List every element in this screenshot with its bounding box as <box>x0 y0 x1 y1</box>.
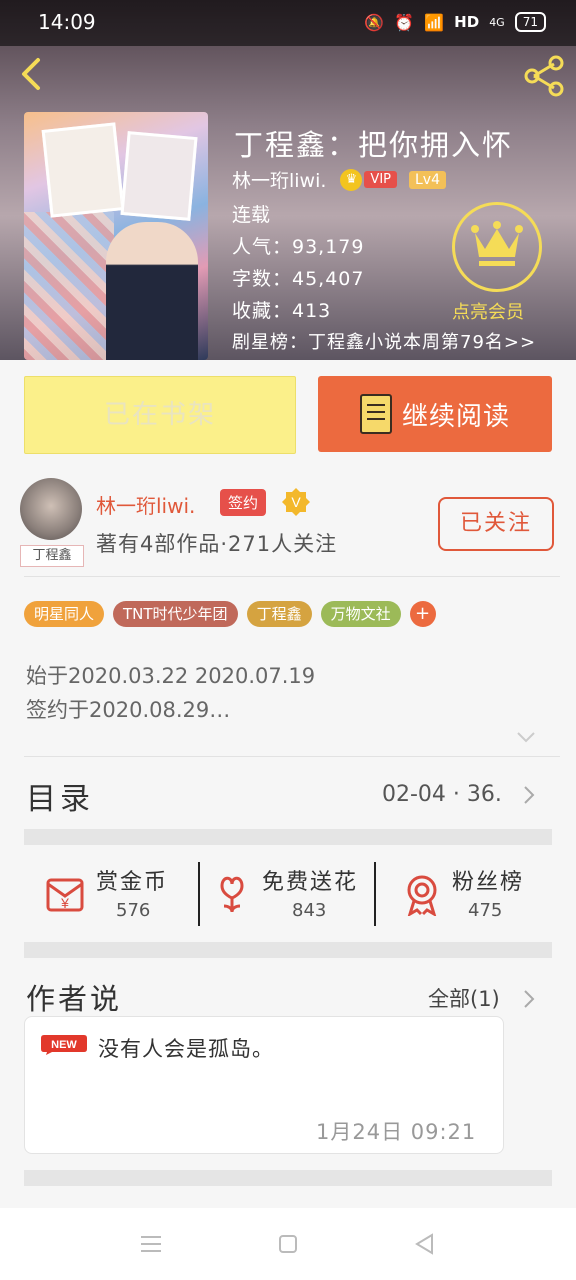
network-label: HD <box>454 13 480 31</box>
continue-reading-button[interactable]: 继续阅读 <box>318 376 552 452</box>
battery-icon: 71 <box>514 12 546 32</box>
gift-count: 475 <box>468 900 503 921</box>
book-author-row[interactable]: 林一珩liwi. ♛ VIP Lv4 <box>232 166 446 193</box>
back-triangle-icon[interactable] <box>414 1233 434 1255</box>
author-message-text: 没有人会是孤岛。 <box>98 1037 274 1061</box>
chevron-right-icon[interactable] <box>522 988 536 1010</box>
system-nav-bar <box>0 1208 576 1280</box>
book-title: 丁程鑫：把你拥入怀 <box>234 128 514 162</box>
verified-badge-letter: V <box>291 494 301 510</box>
back-arrow-icon[interactable] <box>14 56 50 92</box>
book-author-name[interactable]: 林一珩liwi. <box>232 166 326 193</box>
book-icon <box>359 394 392 434</box>
status-icons: 🔕 ⏰ 📶 HD 4G 71 <box>364 12 546 32</box>
crown-icon <box>471 221 523 266</box>
new-badge-text: NEW <box>51 1039 77 1051</box>
gift-count: 843 <box>292 900 327 921</box>
signed-badge: 签约 <box>220 489 267 516</box>
status-bar: 14:09 🔕 ⏰ 📶 HD 4G 71 <box>0 0 576 46</box>
reward-coins-button[interactable]: ¥ 赏金币 576 <box>44 862 194 928</box>
rank-link[interactable]: 剧星榜：丁程鑫小说本周第79名>> <box>232 328 536 354</box>
author-avatar[interactable] <box>20 478 82 540</box>
verified-badge-icon: V <box>282 488 310 516</box>
alarm-icon: ⏰ <box>394 12 415 32</box>
popularity-stat: 人气：93,179 <box>232 236 365 258</box>
divider <box>24 576 560 577</box>
tag-item[interactable]: 万物文社 <box>320 601 401 627</box>
tag-list: 明星同人 TNT时代少年团 丁程鑫 万物文社 + <box>24 601 436 627</box>
section-band <box>24 829 552 845</box>
send-flower-button[interactable]: 免费送花 843 <box>210 862 374 928</box>
medal-icon <box>407 875 437 916</box>
tag-item[interactable]: 丁程鑫 <box>246 601 312 627</box>
on-shelf-button[interactable]: 已在书架 <box>24 376 296 454</box>
chevron-down-icon[interactable] <box>516 730 536 744</box>
gift-label: 赏金币 <box>96 870 169 895</box>
divider <box>374 862 376 926</box>
start-date: 始于2020.03.22 2020.07.19 <box>26 664 316 688</box>
fan-ranking-button[interactable]: 粉丝榜 475 <box>400 862 540 928</box>
author-name[interactable]: 林一珩liwi. <box>96 490 195 519</box>
author-says-title: 作者说 <box>26 982 123 1016</box>
level-badge: Lv4 <box>409 170 446 189</box>
cover-person <box>106 222 198 360</box>
continue-reading-label: 继续阅读 <box>401 401 510 432</box>
chevron-right-icon[interactable] <box>522 784 536 806</box>
author-says-all-link[interactable]: 全部(1) <box>428 983 500 1013</box>
gift-label: 免费送花 <box>262 870 359 895</box>
toc-label[interactable]: 目录 <box>26 774 94 818</box>
vip-crown-button[interactable] <box>452 202 542 292</box>
vip-badge: VIP <box>364 171 397 188</box>
signal-label: 4G <box>489 15 505 29</box>
author-works-followers: 著有4部作品·271人关注 <box>96 532 338 556</box>
tag-item[interactable]: TNT时代少年团 <box>113 601 238 627</box>
wifi-icon: 📶 <box>424 12 445 32</box>
home-square-icon[interactable] <box>278 1234 298 1254</box>
toc-latest-chapter[interactable]: 02-04 · 36. <box>382 782 502 807</box>
signed-date: 签约于2020.08.29… <box>26 698 231 722</box>
author-message-time: 1月24日 09:21 <box>316 1120 477 1144</box>
coin-envelope-icon: ¥ <box>46 878 84 912</box>
favorites-stat: 收藏：413 <box>232 300 332 322</box>
gift-count: 576 <box>116 900 151 921</box>
cover-collage <box>24 212 114 360</box>
share-icon[interactable] <box>522 54 566 98</box>
mute-icon: 🔕 <box>364 12 385 32</box>
status-time: 14:09 <box>38 10 96 34</box>
cover-photo-2 <box>120 131 198 221</box>
svg-text:¥: ¥ <box>60 895 69 911</box>
menu-icon[interactable] <box>140 1234 162 1254</box>
section-band <box>24 942 552 958</box>
follow-button[interactable]: 已关注 <box>438 497 554 551</box>
cover-photo-1 <box>41 122 125 218</box>
gift-label: 粉丝榜 <box>452 870 525 895</box>
divider <box>24 756 560 757</box>
add-tag-button[interactable]: + <box>409 601 436 627</box>
book-header: 丁程鑫：把你拥入怀 林一珩liwi. ♛ VIP Lv4 连载 人气：93,17… <box>0 0 576 360</box>
book-status: 连载 <box>232 204 271 226</box>
section-band <box>24 1170 552 1186</box>
flower-icon <box>220 876 244 913</box>
vip-cta-label[interactable]: 点亮会员 <box>452 298 524 324</box>
word-count-stat: 字数：45,407 <box>232 268 365 290</box>
avatar-tag: 丁程鑫 <box>20 545 84 567</box>
vip-crown-icon: ♛ <box>340 168 363 191</box>
divider <box>198 862 200 926</box>
book-cover[interactable] <box>24 112 208 360</box>
tag-item[interactable]: 明星同人 <box>24 601 105 627</box>
new-badge: NEW <box>41 1035 87 1055</box>
